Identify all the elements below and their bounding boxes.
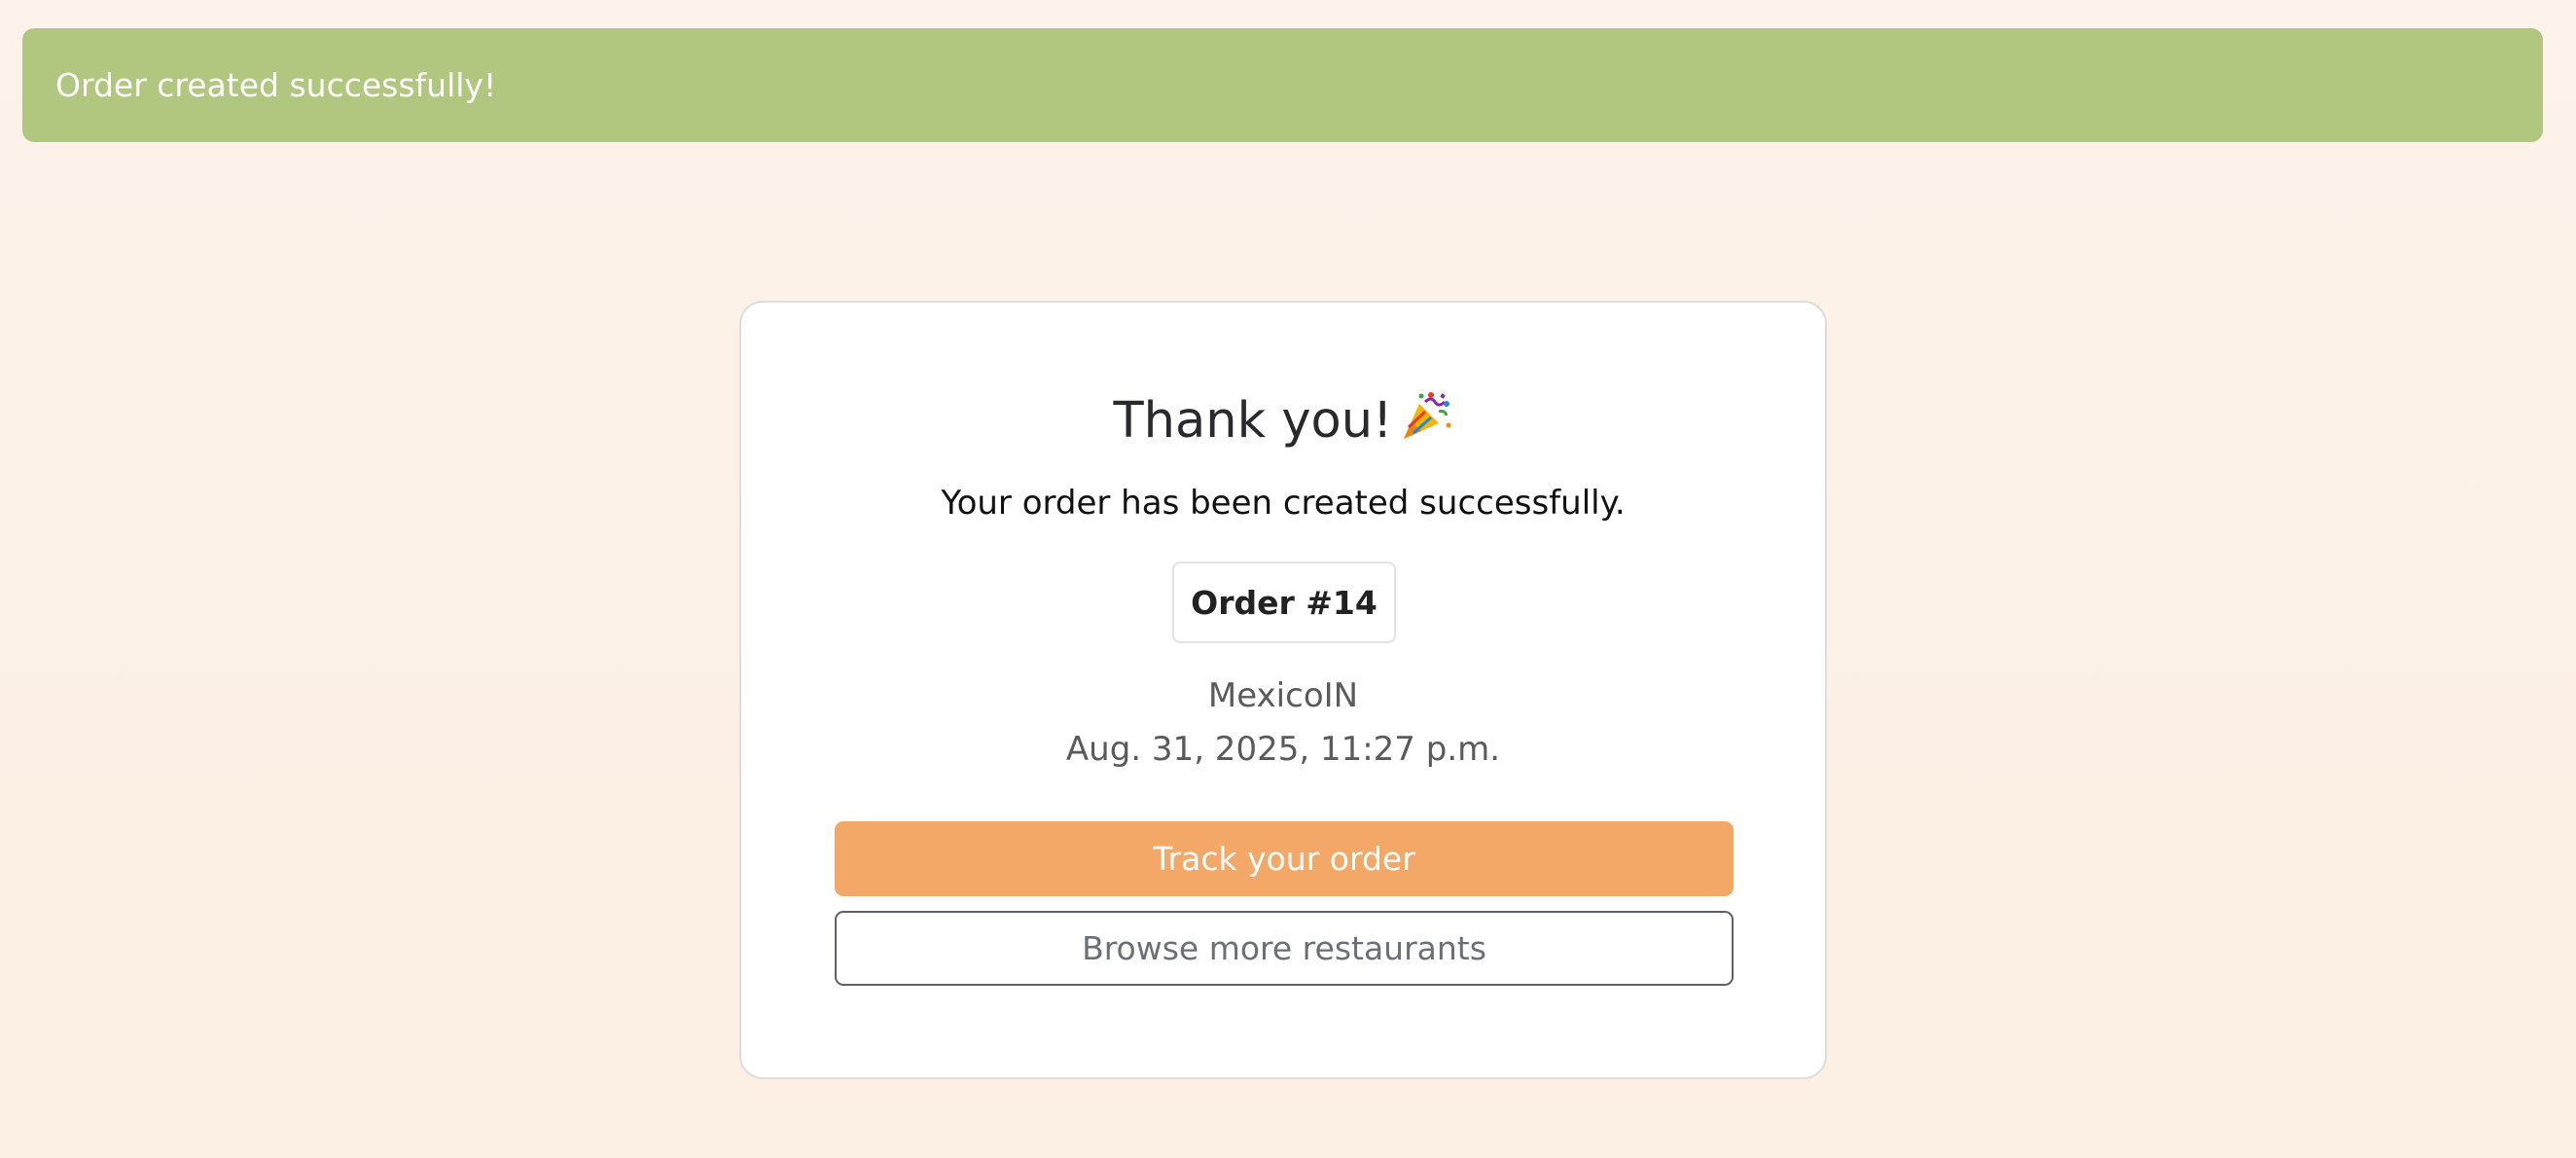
title-text: Thank you! xyxy=(1113,392,1393,450)
page-title: Thank you! xyxy=(741,390,1825,456)
order-confirmation-card: Thank you! Your order has been created s… xyxy=(739,301,1827,1079)
track-order-button[interactable]: Track your order xyxy=(835,821,1734,896)
restaurant-name: MexicoIN xyxy=(1207,676,1359,715)
party-popper-icon xyxy=(1400,390,1452,456)
alert-message: Order created successfully! xyxy=(55,66,497,104)
order-number-badge: Order #14 xyxy=(1172,561,1396,643)
success-alert: Order created successfully! xyxy=(22,28,2543,142)
order-datetime: Aug. 31, 2025, 11:27 p.m. xyxy=(1065,730,1501,769)
browse-restaurants-button[interactable]: Browse more restaurants xyxy=(835,911,1734,986)
confirmation-subtitle: Your order has been created successfully… xyxy=(941,484,1626,523)
